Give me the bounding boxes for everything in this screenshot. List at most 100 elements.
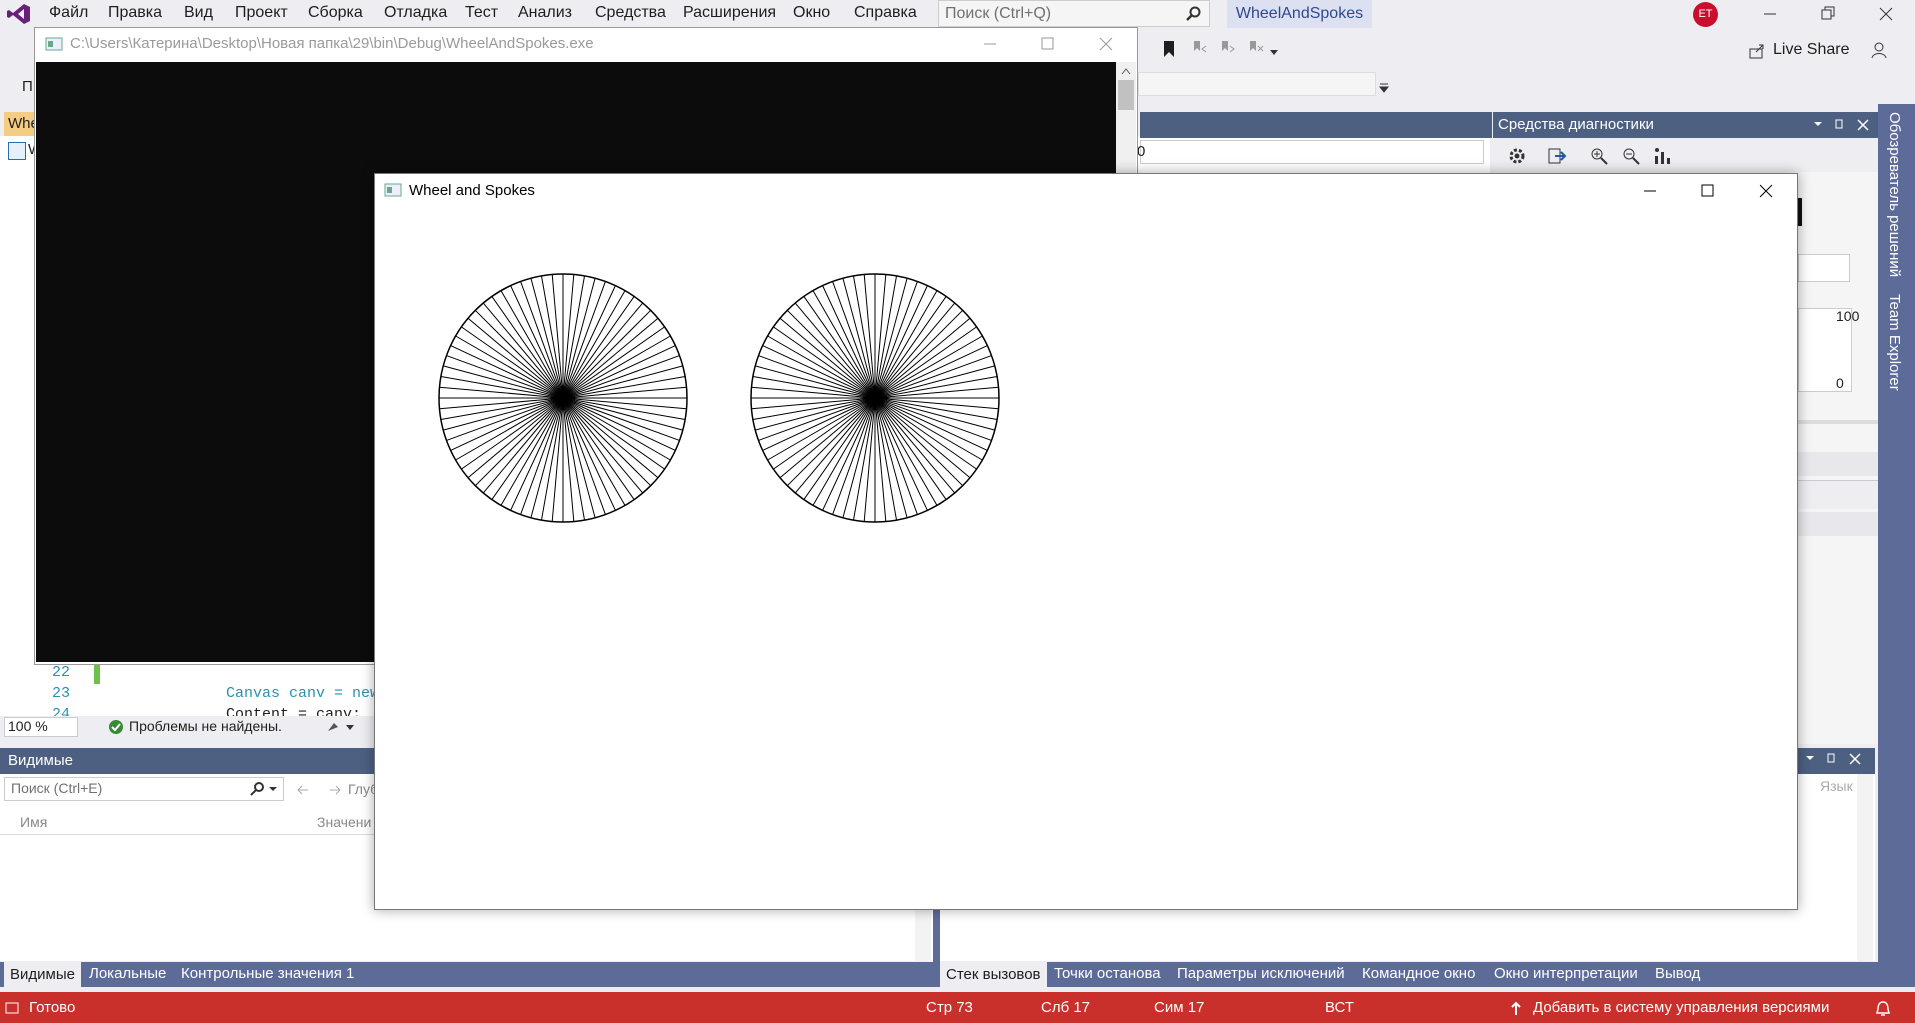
menu-test[interactable]: Тест	[465, 4, 498, 22]
live-share-button[interactable]: Live Share	[1773, 41, 1850, 59]
csharp-file-icon	[8, 142, 26, 160]
line-number: 23	[52, 685, 71, 702]
toolbar2-overflow-icon[interactable]	[1378, 82, 1390, 94]
notifications-bell-icon[interactable]	[1875, 1000, 1891, 1018]
menu-view[interactable]: Вид	[184, 4, 213, 22]
status-icon	[5, 1002, 19, 1014]
console-app-icon	[45, 37, 63, 51]
wheel	[438, 273, 688, 523]
tab-solution-explorer[interactable]: Обозреватель решений	[1886, 112, 1903, 277]
menu-debug[interactable]: Отладка	[384, 4, 447, 22]
tab-watch1[interactable]: Контрольные значения 1	[181, 965, 354, 982]
wheel-window-title: Wheel and Spokes	[409, 182, 535, 199]
tab-output[interactable]: Вывод	[1655, 965, 1700, 982]
diag-field[interactable]	[1798, 254, 1850, 282]
settings-gear-icon[interactable]	[1507, 146, 1527, 166]
close-icon[interactable]	[1098, 36, 1114, 52]
nav-arrows-icon[interactable]	[296, 782, 342, 798]
console-title: C:\Users\Катерина\Desktop\Новая папка\29…	[70, 35, 594, 52]
vs-search-placeholder: Поиск (Ctrl+Q)	[945, 5, 1052, 22]
graph-axis-bottom: 0	[1836, 375, 1844, 391]
status-ready: Готово	[29, 999, 76, 1016]
col-language[interactable]: Язык	[1820, 778, 1853, 794]
live-share-icon[interactable]	[1748, 42, 1766, 60]
close-icon[interactable]	[1878, 6, 1894, 22]
scroll-up-icon[interactable]	[1120, 66, 1132, 76]
diagnostics-title: Средства диагностики	[1498, 116, 1654, 133]
col-value[interactable]: Значени	[317, 814, 371, 830]
tab-autos[interactable]: Видимые	[4, 962, 81, 987]
solution-name: WheelAndSpokes	[1227, 0, 1372, 28]
locals-search-input[interactable]: Поиск (Ctrl+E)	[4, 777, 284, 801]
menu-extensions[interactable]: Расширения	[683, 4, 776, 22]
right-tool-strip: Обозреватель решений Team Explorer	[1878, 104, 1915, 964]
zoom-dropdown[interactable]: 100 %	[4, 717, 78, 737]
line-number: 22	[52, 664, 71, 681]
menu-edit[interactable]: Правка	[108, 4, 162, 22]
code-line[interactable]: Canvas canv = new	[226, 685, 379, 702]
user-avatar[interactable]: ET	[1693, 2, 1718, 27]
locals-search-placeholder: Поиск (Ctrl+E)	[11, 780, 103, 796]
scroll-thumb[interactable]	[1118, 80, 1134, 110]
maximize-icon[interactable]	[1700, 183, 1716, 199]
tab-immediate-window[interactable]: Окно интерпретации	[1494, 965, 1638, 982]
status-mode[interactable]: ВСТ	[1325, 999, 1354, 1016]
minimize-icon[interactable]	[1642, 183, 1658, 199]
zoom-out-icon[interactable]	[1621, 146, 1641, 166]
restore-icon[interactable]	[1820, 6, 1836, 22]
tab-locals[interactable]: Локальные	[89, 965, 166, 982]
menu-project[interactable]: Проект	[235, 4, 288, 22]
diagnostics-toolbar	[1493, 138, 1878, 172]
tab-team-explorer[interactable]: Team Explorer	[1886, 294, 1903, 391]
menu-build[interactable]: Сборка	[308, 4, 363, 22]
tab-command-window[interactable]: Командное окно	[1362, 965, 1475, 982]
panel-controls-icon[interactable]	[1812, 118, 1872, 132]
toolbar-overflow-icon[interactable]	[1268, 46, 1280, 58]
prev-bookmark-icon[interactable]	[1190, 40, 1208, 58]
col-name[interactable]: Имя	[20, 814, 47, 830]
tab-exception-settings[interactable]: Параметры исключений	[1177, 965, 1345, 982]
member-dropdown[interactable]: 0	[1137, 140, 1484, 164]
graph-axis-top: 100	[1836, 308, 1860, 324]
issues-status[interactable]: Проблемы не найдены.	[129, 718, 282, 734]
minimize-icon[interactable]	[1762, 6, 1778, 22]
next-bookmark-icon[interactable]	[1218, 40, 1236, 58]
menu-window[interactable]: Окно	[793, 4, 830, 22]
menu-analyze[interactable]: Анализ	[518, 4, 572, 22]
status-col[interactable]: Слб 17	[1041, 999, 1090, 1016]
menu-help[interactable]: Справка	[854, 4, 917, 22]
timeline-marker	[1798, 198, 1802, 226]
bookmark-icon[interactable]	[1160, 40, 1178, 58]
panel-controls-icon[interactable]	[1804, 752, 1864, 766]
cleanup-icon[interactable]	[326, 719, 356, 735]
chart-icon[interactable]	[1653, 146, 1673, 166]
clear-bookmarks-icon[interactable]	[1246, 40, 1264, 58]
export-icon[interactable]	[1547, 146, 1567, 166]
wpf-app-icon	[384, 183, 402, 197]
check-ok-icon	[109, 720, 123, 734]
visual-studio-logo-icon[interactable]	[6, 2, 32, 26]
arrow-up-icon	[1511, 1001, 1521, 1015]
feedback-icon[interactable]	[1870, 40, 1890, 60]
vs-search-input[interactable]: Поиск (Ctrl+Q)	[938, 0, 1210, 27]
callstack-scrollbar[interactable]	[1857, 774, 1873, 961]
diag-row[interactable]	[1798, 452, 1878, 476]
diag-row[interactable]	[1798, 480, 1878, 509]
config-dropdown[interactable]	[1138, 72, 1376, 96]
editor-nav-bar	[1140, 112, 1492, 138]
maximize-icon[interactable]	[1040, 36, 1056, 52]
zoom-in-icon[interactable]	[1589, 146, 1609, 166]
search-icon	[1186, 6, 1201, 21]
status-add-source-control[interactable]: Добавить в систему управления версиями	[1533, 999, 1829, 1016]
tab-callstack[interactable]: Стек вызовов	[940, 962, 1047, 987]
status-line[interactable]: Стр 73	[926, 999, 973, 1016]
menu-tools[interactable]: Средства	[595, 4, 666, 22]
status-char[interactable]: Сим 17	[1154, 999, 1204, 1016]
close-icon[interactable]	[1758, 183, 1774, 199]
wheel-canvas	[438, 273, 1000, 523]
diag-row[interactable]	[1798, 512, 1878, 536]
menu-file[interactable]: Файл	[49, 4, 88, 22]
tab-breakpoints[interactable]: Точки останова	[1054, 965, 1161, 982]
minimize-icon[interactable]	[982, 36, 998, 52]
member-dropdown-value: 0	[1137, 143, 1146, 160]
